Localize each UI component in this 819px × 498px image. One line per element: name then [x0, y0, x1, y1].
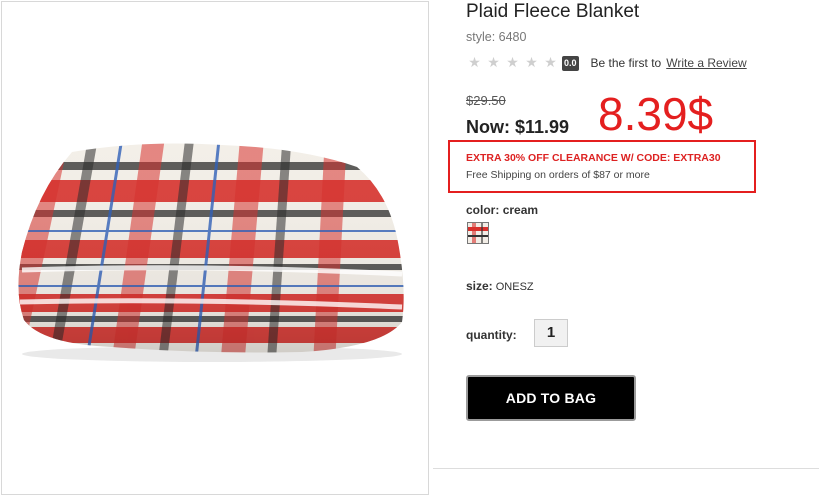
promo-code-text: EXTRA 30% OFF CLEARANCE W/ CODE: EXTRA30: [466, 152, 721, 164]
rating-badge: 0.0: [562, 55, 579, 71]
style-number: style: 6480: [466, 30, 527, 44]
star-rating[interactable]: ★ ★ ★ ★ ★: [466, 56, 559, 70]
color-label: color: cream: [466, 203, 538, 217]
star-icon: ★: [468, 55, 481, 71]
star-icon: ★: [487, 55, 500, 71]
size-label: size: ONESZ: [466, 279, 534, 293]
write-review-link[interactable]: Write a Review: [666, 56, 746, 70]
review-prompt: Be the first to: [590, 56, 662, 70]
size-key: size:: [466, 279, 493, 293]
plaid-blanket-image: [18, 143, 404, 362]
sale-price: Now: $11.99: [466, 117, 570, 137]
color-swatch-cream[interactable]: [467, 222, 489, 244]
product-title: Plaid Fleece Blanket: [466, 1, 640, 22]
plaid-swatch: [468, 223, 488, 243]
color-value: cream: [502, 203, 539, 217]
add-to-bag-button[interactable]: ADD TO BAG: [466, 375, 636, 421]
star-icon: ★: [544, 55, 557, 71]
promo-highlight-box: [448, 140, 756, 193]
star-icon: ★: [506, 55, 519, 71]
rating-row: ★ ★ ★ ★ ★ 0.0 Be the first to Write a Re…: [466, 54, 747, 72]
section-divider: [433, 468, 819, 469]
shipping-text: Free Shipping on orders of $87 or more: [466, 169, 650, 181]
original-price: $29.50: [466, 93, 506, 108]
quantity-label: quantity:: [466, 328, 517, 342]
product-image[interactable]: [1, 1, 429, 495]
price-annotation: 8.39$: [598, 88, 714, 140]
star-icon: ★: [525, 55, 538, 71]
quantity-input[interactable]: 1: [534, 319, 568, 347]
size-value: ONESZ: [495, 281, 534, 293]
color-key: color:: [466, 203, 500, 217]
